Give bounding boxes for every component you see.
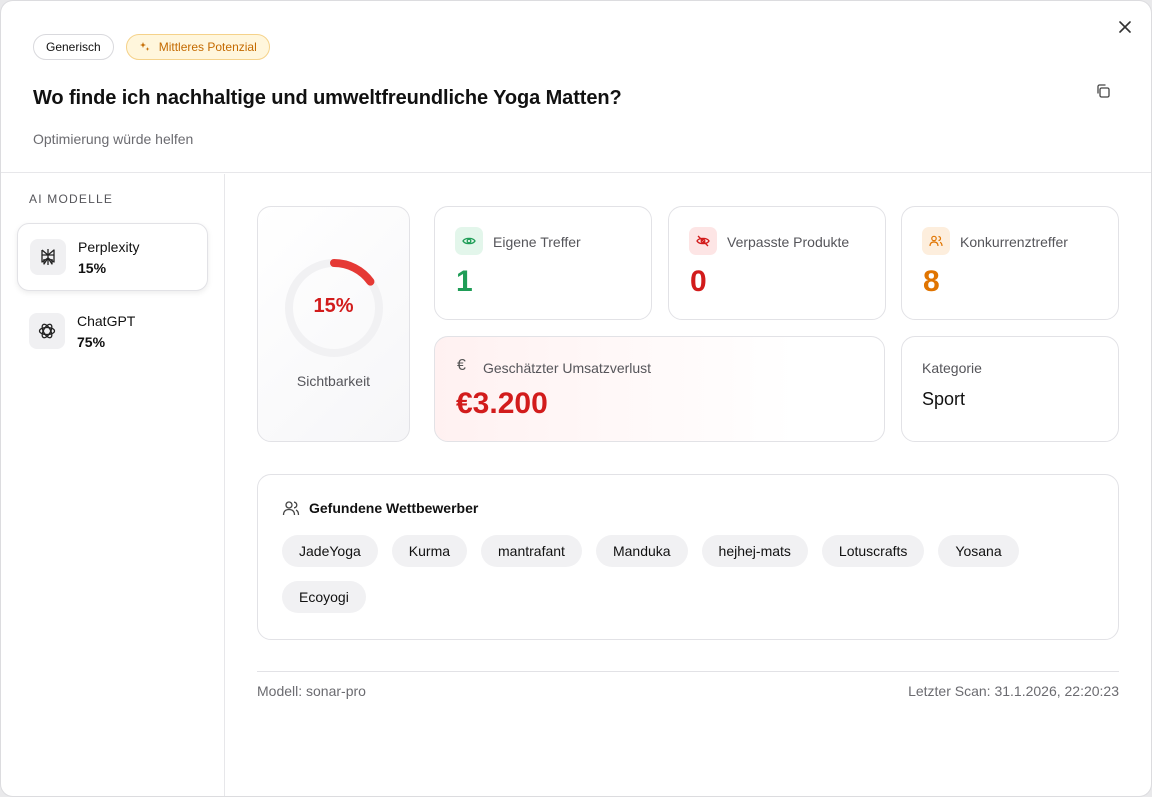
stat-card-competitor-hits: Konkurrenztreffer 8 (901, 206, 1119, 320)
competitor-chip[interactable]: Lotuscrafts (821, 535, 925, 567)
sidebar-item-perplexity[interactable]: Perplexity 15% (17, 223, 208, 291)
competitor-chip[interactable]: Ecoyogi (282, 581, 366, 613)
eye-icon (455, 227, 483, 255)
users-icon (282, 501, 300, 516)
copy-button[interactable] (1095, 83, 1113, 101)
competitor-chip[interactable]: Kurma (391, 535, 468, 567)
euro-icon: € (457, 357, 466, 374)
sidebar: AI MODELLE Perplexity 15% ChatGPT 75% (1, 174, 225, 796)
close-icon (1119, 21, 1131, 33)
competitor-chip[interactable]: JadeYoga (282, 535, 378, 567)
competitor-chip[interactable]: Manduka (595, 535, 688, 567)
model-percentage: 15% (78, 259, 107, 276)
stat-value: 0 (690, 265, 707, 298)
stat-value: 8 (923, 265, 940, 298)
sidebar-heading: AI MODELLE (29, 192, 114, 206)
footer-model: Modell: sonar-pro (257, 683, 366, 699)
model-name: ChatGPT (77, 312, 136, 329)
competitors-heading: Gefundene Wettbewerber (309, 500, 479, 516)
perplexity-icon (30, 239, 66, 275)
competitor-chip[interactable]: hejhej-mats (701, 535, 808, 567)
badge-generic: Generisch (33, 34, 114, 60)
modal-header: Generisch Mittleres Potenzial Wo finde i… (1, 1, 1151, 173)
model-percentage: 75% (77, 333, 106, 350)
revenue-loss-label: Geschätzter Umsatzverlust (483, 360, 652, 376)
sparkle-icon (139, 42, 150, 51)
competitor-chip-list: JadeYoga Kurma mantrafant Manduka hejhej… (282, 535, 1082, 613)
stat-label: Verpasste Produkte (727, 234, 850, 250)
visibility-value: 15% (313, 295, 354, 317)
page-title: Wo finde ich nachhaltige und umweltfreun… (33, 87, 622, 109)
stat-card-missed-products: Verpasste Produkte 0 (668, 206, 886, 320)
eye-off-icon (689, 227, 717, 255)
footer-divider (257, 671, 1119, 672)
badge-potential: Mittleres Potenzial (125, 34, 270, 60)
competitor-chip[interactable]: mantrafant (481, 535, 582, 567)
competitor-chip[interactable]: Yosana (938, 535, 1019, 567)
competitor-detail-modal: Generisch Mittleres Potenzial Wo finde i… (1, 1, 1151, 796)
footer-last-scan: Letzter Scan: 31.1.2026, 22:20:23 (908, 683, 1119, 699)
competitors-card: Gefundene Wettbewerber JadeYoga Kurma ma… (257, 474, 1119, 640)
competitors-header: Gefundene Wettbewerber (282, 499, 478, 517)
revenue-loss-card: € Geschätzter Umsatzverlust €3.200 (434, 336, 885, 442)
sidebar-item-chatgpt[interactable]: ChatGPT 75% (17, 297, 208, 365)
subtitle: Optimierung würde helfen (33, 131, 194, 147)
model-text: ChatGPT 75% (77, 313, 135, 350)
category-label: Kategorie (922, 360, 982, 376)
users-icon (922, 227, 950, 255)
revenue-loss-value: €3.200 (456, 387, 548, 420)
visibility-caption: Sichtbarkeit (296, 373, 371, 389)
chatgpt-icon (29, 313, 65, 349)
category-value: Sport (922, 389, 966, 409)
stat-label: Konkurrenztreffer (960, 234, 1068, 250)
stat-label: Eigene Treffer (493, 234, 581, 250)
category-card: Kategorie Sport (901, 336, 1119, 442)
model-name: Perplexity (78, 238, 140, 255)
stat-card-own-hits: Eigene Treffer 1 (434, 206, 652, 320)
visibility-card: 15% Sichtbarkeit (257, 206, 410, 442)
close-button[interactable] (1115, 17, 1135, 37)
badge-potential-label: Mittleres Potenzial (158, 40, 257, 54)
badge-row: Generisch Mittleres Potenzial (33, 34, 270, 60)
model-text: Perplexity 15% (78, 239, 139, 276)
stat-value: 1 (456, 265, 473, 298)
copy-icon (1097, 84, 1110, 98)
